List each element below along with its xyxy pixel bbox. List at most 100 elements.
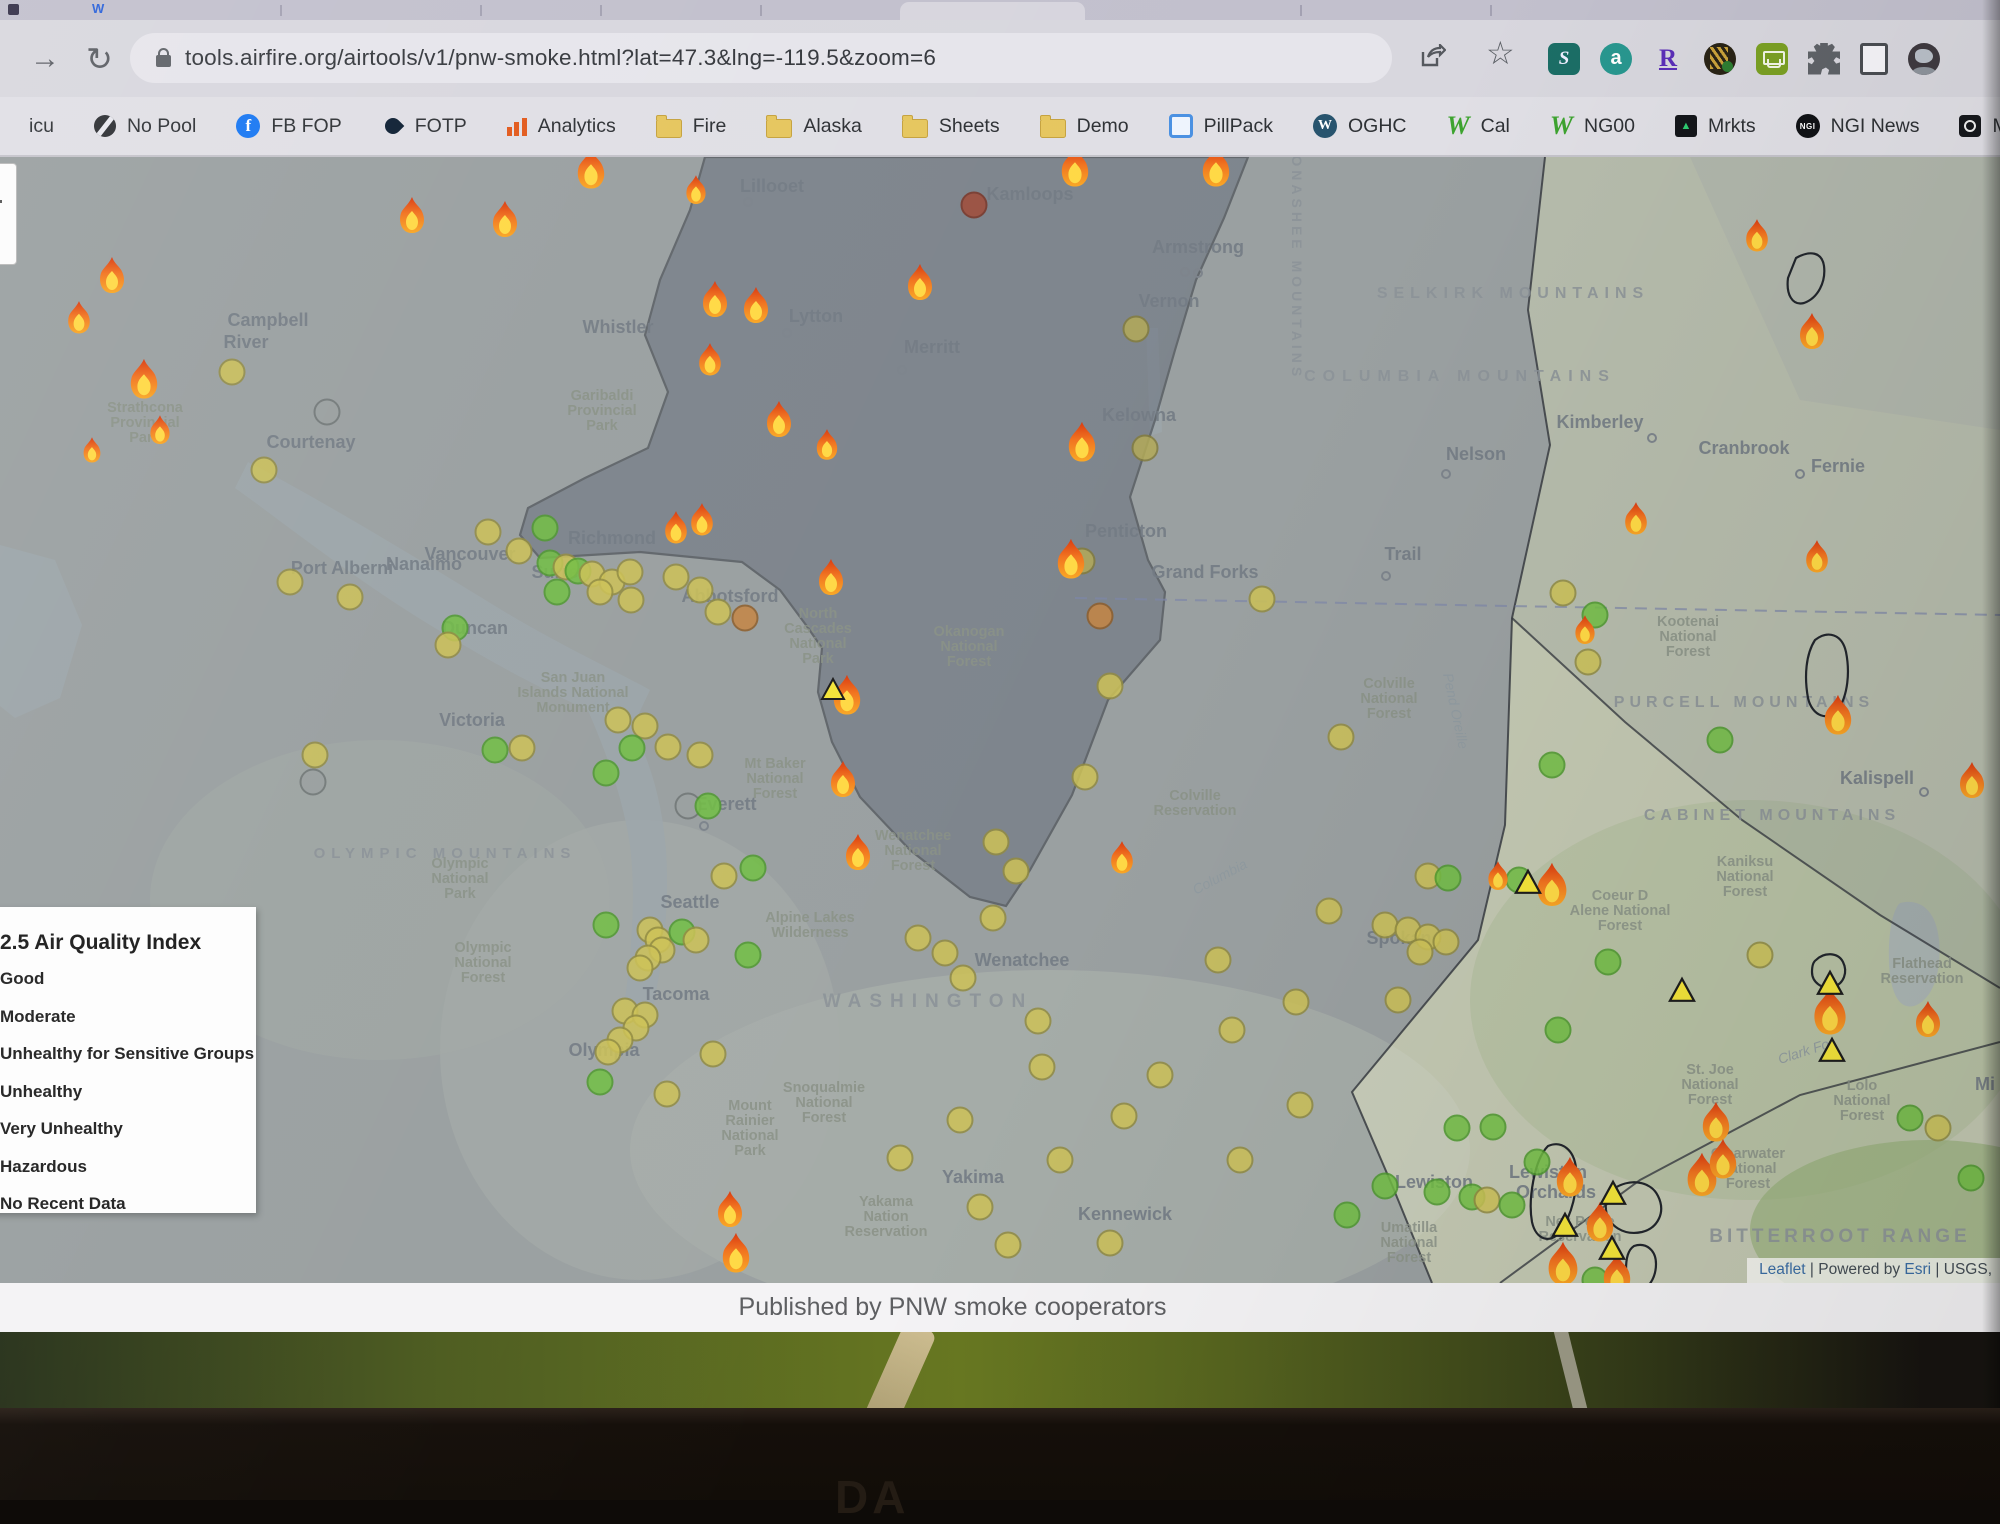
aqi-monitor-marker[interactable]: [1546, 1018, 1571, 1043]
extension-avatar-icon[interactable]: [1908, 43, 1940, 75]
aqi-monitor-marker[interactable]: [696, 794, 721, 819]
aqi-monitor-marker[interactable]: [1926, 1116, 1951, 1141]
aqi-monitor-marker[interactable]: [1481, 1115, 1506, 1140]
aqi-monitor-marker[interactable]: [1425, 1180, 1450, 1205]
aqi-monitor-marker[interactable]: [301, 770, 326, 795]
map-zoom-control-partial[interactable]: [0, 163, 17, 265]
aqi-monitor-marker[interactable]: [436, 633, 461, 658]
bookmark-mc-srv[interactable]: MC SRV: [1959, 115, 2000, 138]
aqi-monitor-marker[interactable]: [588, 580, 613, 605]
aqi-monitor-marker[interactable]: [1959, 1166, 1984, 1191]
aqi-monitor-marker[interactable]: [1373, 1174, 1398, 1199]
bookmark-alaska[interactable]: Alaska: [766, 115, 862, 138]
aqi-monitor-marker[interactable]: [1408, 940, 1433, 965]
extension-puzzle-icon[interactable]: [1808, 43, 1840, 75]
esri-link[interactable]: Esri: [1904, 1261, 1931, 1278]
aqi-monitor-marker[interactable]: [1124, 317, 1149, 342]
aqi-monitor-marker[interactable]: [596, 1040, 621, 1065]
aqi-monitor-marker[interactable]: [951, 966, 976, 991]
bookmark-pillpack[interactable]: PillPack: [1169, 114, 1273, 138]
aqi-monitor-marker[interactable]: [533, 516, 558, 541]
aqi-monitor-marker[interactable]: [948, 1108, 973, 1133]
aqi-monitor-marker[interactable]: [1030, 1055, 1055, 1080]
aqi-monitor-marker[interactable]: [1317, 899, 1342, 924]
aqi-monitor-marker[interactable]: [1250, 587, 1275, 612]
aqi-monitor-marker[interactable]: [736, 943, 761, 968]
leaflet-link[interactable]: Leaflet: [1759, 1261, 1806, 1278]
aqi-monitor-marker[interactable]: [996, 1233, 1021, 1258]
aqi-monitor-marker[interactable]: [1748, 943, 1773, 968]
aqi-monitor-marker[interactable]: [1004, 859, 1029, 884]
aqi-monitor-marker[interactable]: [588, 1070, 613, 1095]
aqi-monitor-marker[interactable]: [278, 570, 303, 595]
bookmark-fire[interactable]: Fire: [656, 115, 727, 138]
aqi-monitor-marker[interactable]: [1112, 1104, 1137, 1129]
share-icon[interactable]: [1420, 44, 1442, 64]
aqi-monitor-marker[interactable]: [510, 736, 535, 761]
aqi-monitor-marker[interactable]: [712, 864, 737, 889]
aqi-monitor-marker[interactable]: [968, 1195, 993, 1220]
aqi-monitor-marker[interactable]: [1284, 990, 1309, 1015]
fire-icon[interactable]: [1203, 157, 1229, 187]
aqi-monitor-marker[interactable]: [618, 560, 643, 585]
map-container[interactable]: SELKIRK MOUNTAINSCOLUMBIA MOUNTAINSMONAS…: [0, 157, 2000, 1283]
bookmark-icu[interactable]: icu: [16, 115, 54, 138]
aqi-monitor-marker[interactable]: [706, 600, 731, 625]
aqi-monitor-marker[interactable]: [1048, 1148, 1073, 1173]
aqi-monitor-marker[interactable]: [594, 913, 619, 938]
extension-green-print-icon[interactable]: [1756, 43, 1788, 75]
aqi-monitor-marker[interactable]: [1098, 1231, 1123, 1256]
bookmark-ngi-news[interactable]: NGINGI News: [1796, 114, 1920, 138]
url-bar[interactable]: tools.airfire.org/airtools/v1/pnw-smoke.…: [130, 33, 1392, 83]
smoke-map[interactable]: SELKIRK MOUNTAINSCOLUMBIA MOUNTAINSMONAS…: [0, 157, 2000, 1283]
aqi-monitor-marker[interactable]: [1551, 581, 1576, 606]
aqi-monitor-marker[interactable]: [1373, 913, 1398, 938]
aqi-monitor-marker[interactable]: [962, 193, 987, 218]
aqi-monitor-marker[interactable]: [507, 539, 532, 564]
bookmark-sheets[interactable]: Sheets: [902, 115, 1000, 138]
url-text[interactable]: tools.airfire.org/airtools/v1/pnw-smoke.…: [185, 45, 936, 71]
aqi-monitor-marker[interactable]: [1445, 1116, 1470, 1141]
aqi-monitor-marker[interactable]: [1596, 950, 1621, 975]
aqi-monitor-marker[interactable]: [1228, 1148, 1253, 1173]
aqi-monitor-marker[interactable]: [684, 928, 709, 953]
fire-icon[interactable]: [1062, 157, 1088, 187]
aqi-monitor-marker[interactable]: [1098, 674, 1123, 699]
aqi-monitor-marker[interactable]: [1220, 1018, 1245, 1043]
extension-gold-circle-icon[interactable]: [1704, 43, 1736, 75]
aqi-monitor-marker[interactable]: [620, 736, 645, 761]
aqi-monitor-marker[interactable]: [483, 738, 508, 763]
aqi-monitor-marker[interactable]: [733, 606, 758, 631]
aqi-monitor-marker[interactable]: [594, 761, 619, 786]
bookmark-demo[interactable]: Demo: [1040, 115, 1129, 138]
aqi-monitor-marker[interactable]: [1436, 866, 1461, 891]
aqi-monitor-marker[interactable]: [1898, 1106, 1923, 1131]
aqi-monitor-marker[interactable]: [252, 458, 277, 483]
bookmark-no-pool[interactable]: No Pool: [94, 115, 196, 138]
bookmark-fotp[interactable]: FOTP: [382, 115, 467, 138]
aqi-monitor-marker[interactable]: [656, 735, 681, 760]
aqi-monitor-marker[interactable]: [1329, 725, 1354, 750]
aqi-monitor-marker[interactable]: [220, 360, 245, 385]
aqi-monitor-marker[interactable]: [688, 578, 713, 603]
aqi-monitor-marker[interactable]: [1288, 1093, 1313, 1118]
aqi-monitor-marker[interactable]: [628, 956, 653, 981]
aqi-monitor-marker[interactable]: [655, 1082, 680, 1107]
aqi-monitor-marker[interactable]: [619, 588, 644, 613]
reload-button[interactable]: ↻: [86, 20, 113, 97]
aqi-monitor-marker[interactable]: [888, 1146, 913, 1171]
aqi-monitor-marker[interactable]: [981, 906, 1006, 931]
aqi-monitor-marker[interactable]: [688, 743, 713, 768]
bookmark-ng00[interactable]: WNG00: [1550, 111, 1635, 141]
aqi-monitor-marker[interactable]: [1386, 988, 1411, 1013]
aqi-monitor-marker[interactable]: [303, 743, 328, 768]
aqi-monitor-marker[interactable]: [1540, 753, 1565, 778]
aqi-monitor-marker[interactable]: [664, 565, 689, 590]
aqi-monitor-marker[interactable]: [906, 926, 931, 951]
aqi-monitor-marker[interactable]: [1583, 1268, 1608, 1284]
aqi-monitor-marker[interactable]: [1148, 1063, 1173, 1088]
aqi-monitor-marker[interactable]: [338, 585, 363, 610]
aqi-monitor-marker[interactable]: [1133, 436, 1158, 461]
bookmark-star-icon[interactable]: ☆: [1486, 34, 1515, 72]
aqi-monitor-marker[interactable]: [1026, 1009, 1051, 1034]
